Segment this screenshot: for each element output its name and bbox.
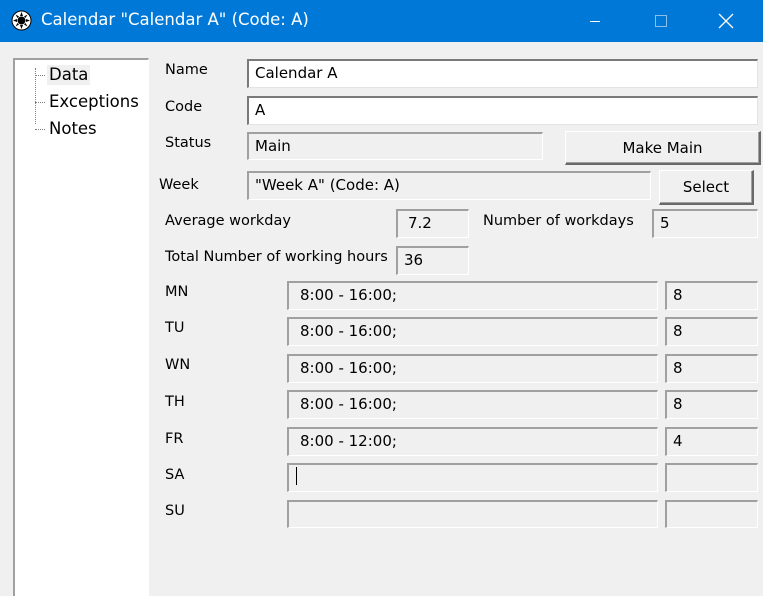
hours-field-tu: 8 [665, 317, 758, 346]
title-bar[interactable]: Calendar "Calendar A" (Code: A) [0, 0, 763, 42]
schedule-field-wn[interactable]: 8:00 - 16:00; [287, 354, 658, 383]
window-title: Calendar "Calendar A" (Code: A) [41, 10, 309, 29]
average-workday-label: Average workday [165, 213, 291, 229]
minimize-button[interactable] [572, 0, 618, 42]
hours-field-wn: 8 [665, 354, 758, 383]
close-icon [718, 13, 734, 29]
status-label: Status [165, 135, 212, 151]
total-working-hours-label: Total Number of working hours [165, 249, 388, 265]
schedule-field-th[interactable]: 8:00 - 16:00; [287, 390, 658, 419]
schedule-field-su[interactable] [287, 500, 658, 528]
code-label: Code [165, 99, 203, 115]
total-working-hours-field: 36 [396, 246, 469, 275]
day-label-mn: MN [165, 284, 189, 300]
day-label-wn: WN [165, 357, 191, 373]
make-main-button[interactable]: Make Main [565, 131, 761, 165]
maximize-icon [655, 15, 667, 27]
text-cursor [296, 467, 297, 485]
code-input[interactable]: A [247, 96, 758, 125]
tree-connector [35, 68, 36, 124]
hours-field-fr: 4 [665, 427, 758, 456]
hours-field-su [665, 500, 758, 528]
day-label-th: TH [165, 394, 185, 410]
app-icon [11, 10, 32, 31]
tree-connector [35, 75, 45, 76]
tree-item-notes[interactable]: Notes [47, 119, 99, 139]
minimize-icon [590, 21, 600, 22]
select-week-button[interactable]: Select [659, 170, 754, 205]
tree-connector [35, 129, 45, 130]
day-label-sa: SA [165, 467, 185, 483]
tree-item-data[interactable]: Data [47, 65, 91, 85]
close-button[interactable] [703, 0, 749, 42]
navigation-tree[interactable]: Data Exceptions Notes [13, 58, 149, 596]
tree-connector [35, 102, 45, 103]
week-label: Week [159, 177, 199, 193]
maximize-button[interactable] [638, 0, 684, 42]
week-field: "Week A" (Code: A) [247, 171, 651, 200]
schedule-field-tu[interactable]: 8:00 - 16:00; [287, 317, 658, 346]
schedule-field-fr[interactable]: 8:00 - 12:00; [287, 427, 658, 456]
status-field: Main [247, 132, 543, 160]
schedule-field-mn[interactable]: 8:00 - 16:00; [287, 281, 658, 310]
hours-field-th: 8 [665, 390, 758, 419]
hours-field-mn: 8 [665, 281, 758, 310]
day-label-tu: TU [165, 320, 185, 336]
day-label-fr: FR [165, 431, 184, 447]
number-of-workdays-field: 5 [652, 209, 758, 238]
average-workday-field: 7.2 [396, 209, 469, 238]
name-label: Name [165, 62, 208, 78]
hours-field-sa [665, 463, 758, 492]
name-input[interactable]: Calendar A [247, 59, 758, 88]
tree-item-exceptions[interactable]: Exceptions [47, 92, 141, 112]
number-of-workdays-label: Number of workdays [483, 213, 634, 229]
schedule-field-sa[interactable] [287, 463, 658, 492]
day-label-su: SU [165, 503, 185, 519]
